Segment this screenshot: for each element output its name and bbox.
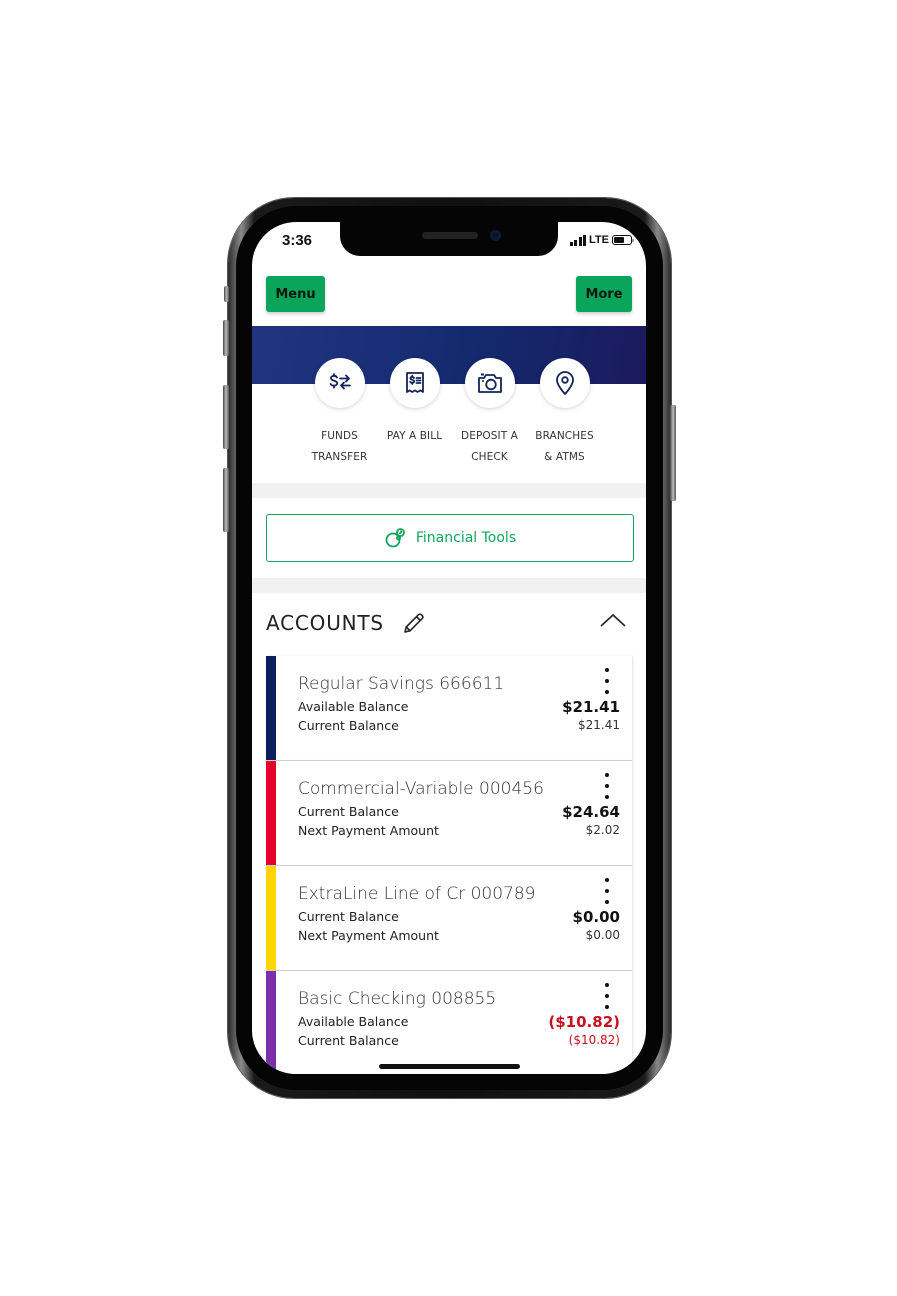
account-list: Regular Savings 666611 Available Balance… — [266, 656, 632, 1074]
balance-label-primary: Current Balance — [298, 909, 399, 924]
home-indicator[interactable] — [379, 1064, 520, 1069]
power-button — [670, 405, 676, 501]
balance-label-secondary: Next Payment Amount — [298, 928, 439, 943]
volume-down-button — [223, 385, 229, 449]
quick-action-label: DEPOSIT A CHECK — [461, 430, 518, 463]
battery-level — [614, 237, 624, 243]
balance-label-primary: Available Balance — [298, 1014, 409, 1029]
balance-value-secondary: $2.02 — [585, 823, 620, 837]
financial-tools-label: Financial Tools — [415, 530, 517, 546]
financial-tools-icon — [385, 528, 405, 548]
account-name: Basic Checking 008855 — [298, 989, 497, 1009]
phone-screen: 3:36 LTE Menu More FUNDS TRANSFER PAY A … — [252, 222, 646, 1074]
balance-value-primary: ($10.82) — [548, 1013, 620, 1031]
account-color-bar — [266, 971, 276, 1074]
account-card[interactable]: Regular Savings 666611 Available Balance… — [266, 656, 632, 761]
more-options-icon[interactable] — [602, 668, 612, 694]
more-options-icon[interactable] — [602, 773, 612, 799]
section-divider — [252, 483, 646, 498]
volume-down-button-2 — [223, 468, 229, 532]
quick-actions: FUNDS TRANSFER PAY A BILL DEPOSIT A CHEC… — [302, 358, 602, 468]
receipt-bill-icon — [389, 358, 440, 408]
account-name: Regular Savings 666611 — [298, 674, 505, 694]
balance-value-secondary: $0.00 — [585, 928, 620, 942]
battery-icon — [612, 235, 634, 245]
balance-label-secondary: Next Payment Amount — [298, 823, 439, 838]
quick-action-label: BRANCHES & ATMS — [535, 430, 594, 463]
speaker — [422, 232, 478, 239]
quick-action-branches-atms[interactable]: BRANCHES & ATMS — [527, 358, 602, 468]
account-name: ExtraLine Line of Cr 000789 — [298, 884, 536, 904]
quick-action-pay-bill[interactable]: PAY A BILL — [377, 358, 452, 468]
location-pin-icon — [539, 358, 590, 408]
chevron-up-icon[interactable] — [600, 612, 626, 630]
account-card[interactable]: ExtraLine Line of Cr 000789 Current Bala… — [266, 866, 632, 971]
funds-transfer-icon — [314, 358, 365, 408]
account-color-bar — [266, 866, 276, 970]
balance-value-primary: $0.00 — [572, 908, 620, 926]
balance-value-secondary: ($10.82) — [568, 1033, 620, 1047]
quick-action-deposit-check[interactable]: DEPOSIT A CHECK — [452, 358, 527, 468]
network-label: LTE — [589, 234, 609, 246]
account-card[interactable]: Basic Checking 008855 Available Balance … — [266, 971, 632, 1074]
quick-action-label: PAY A BILL — [386, 430, 443, 442]
camera-icon — [464, 358, 515, 408]
quick-action-label: FUNDS TRANSFER — [311, 430, 368, 463]
financial-tools-button[interactable]: Financial Tools — [266, 514, 634, 562]
balance-value-secondary: $21.41 — [578, 718, 620, 732]
account-color-bar — [266, 656, 276, 760]
more-options-icon[interactable] — [602, 878, 612, 904]
more-options-icon[interactable] — [602, 983, 612, 1009]
notch — [340, 222, 558, 256]
volume-up-button — [223, 320, 229, 356]
menu-button[interactable]: Menu — [266, 276, 325, 312]
signal-icon — [569, 234, 587, 246]
accounts-header: ACCOUNTS — [266, 606, 634, 640]
balance-label-secondary: Current Balance — [298, 718, 399, 733]
account-name: Commercial-Variable 000456 — [298, 779, 544, 799]
front-camera — [490, 230, 501, 241]
balance-value-primary: $24.64 — [562, 803, 620, 821]
silent-switch — [224, 286, 229, 302]
balance-label-secondary: Current Balance — [298, 1033, 399, 1048]
account-color-bar — [266, 761, 276, 865]
status-time: 3:36 — [282, 232, 313, 249]
balance-label-primary: Current Balance — [298, 804, 399, 819]
balance-label-primary: Available Balance — [298, 699, 409, 714]
section-divider — [252, 578, 646, 593]
account-card[interactable]: Commercial-Variable 000456 Current Balan… — [266, 761, 632, 866]
balance-value-primary: $21.41 — [562, 698, 620, 716]
status-indicators: LTE — [569, 234, 634, 246]
more-button[interactable]: More — [576, 276, 632, 312]
quick-action-funds-transfer[interactable]: FUNDS TRANSFER — [302, 358, 377, 468]
accounts-title: ACCOUNTS — [266, 611, 384, 635]
edit-pencil-icon[interactable] — [402, 611, 426, 635]
